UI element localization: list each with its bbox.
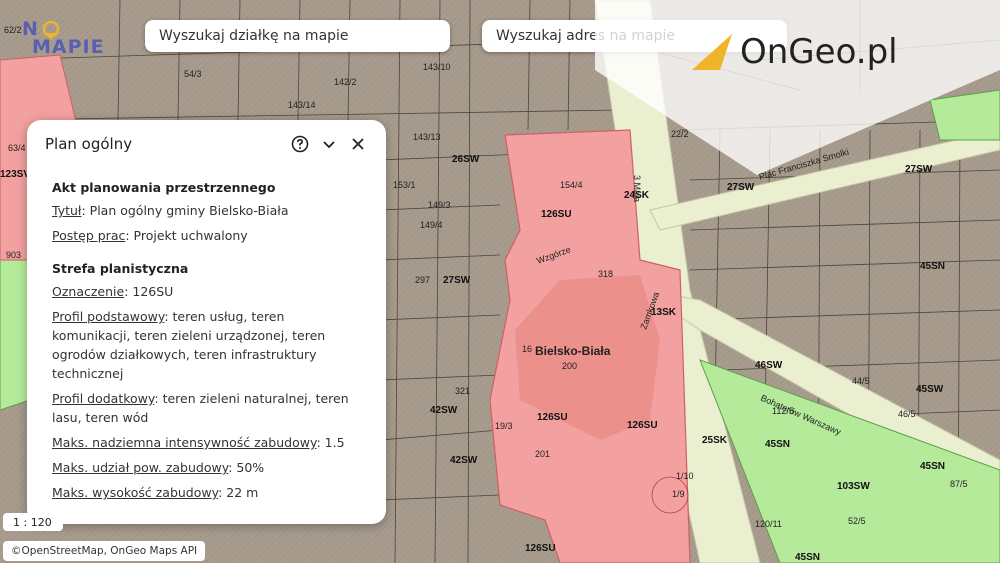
svg-text:318: 318 (598, 269, 613, 279)
svg-text:19/3: 19/3 (495, 421, 513, 431)
row-mark: Oznaczenie: 126SU (52, 282, 361, 301)
title-value: : Plan ogólny gminy Bielsko-Biała (81, 203, 289, 218)
row-title: Tytuł: Plan ogólny gminy Bielsko-Biała (52, 201, 361, 220)
svg-text:45SN: 45SN (765, 439, 790, 450)
svg-text:46SW: 46SW (755, 360, 783, 371)
search-plot-input[interactable]: Wyszukaj działkę na mapie (145, 20, 450, 52)
logo-text-part2: MAPIE (32, 36, 105, 58)
row-progress: Postęp prac: Projekt uchwalony (52, 226, 361, 245)
row-height: Maks. wysokość zabudowy: 22 m (52, 483, 361, 502)
svg-text:27SW: 27SW (905, 164, 933, 175)
plan-info-panel: Plan ogólny Akt planowania przestrzenneg… (27, 120, 386, 524)
extra-profile-key[interactable]: Profil dodatkowy (52, 391, 154, 406)
row-extra-profile: Profil dodatkowy: teren zieleni naturaln… (52, 389, 361, 427)
search-plot-placeholder: Wyszukaj działkę na mapie (159, 28, 349, 44)
svg-text:Bielsko-Biała: Bielsko-Biała (535, 344, 611, 358)
intensity-key[interactable]: Maks. nadziemna intensywność zabudowy (52, 435, 316, 450)
svg-text:321: 321 (455, 386, 470, 396)
panel-body: Akt planowania przestrzennego Tytuł: Pla… (27, 168, 386, 502)
svg-text:201: 201 (535, 449, 550, 459)
height-key[interactable]: Maks. wysokość zabudowy (52, 485, 218, 500)
section-zone-title: Strefa planistyczna (52, 261, 189, 276)
svg-text:1/10: 1/10 (676, 471, 694, 481)
svg-text:87/5: 87/5 (950, 479, 968, 489)
progress-key[interactable]: Postęp prac (52, 228, 125, 243)
svg-text:3 Maja: 3 Maja (632, 175, 642, 202)
svg-text:143/14: 143/14 (288, 100, 316, 110)
svg-text:63/4: 63/4 (8, 143, 26, 153)
svg-text:200: 200 (562, 361, 577, 371)
svg-text:126SU: 126SU (541, 209, 572, 220)
row-intensity: Maks. nadziemna intensywność zabudowy: 1… (52, 433, 361, 452)
svg-text:52/5: 52/5 (848, 516, 866, 526)
svg-text:42SW: 42SW (430, 405, 458, 416)
mark-value: : 126SU (124, 284, 174, 299)
map-attribution[interactable]: ©OpenStreetMap, OnGeo Maps API (3, 541, 206, 561)
svg-text:44/5: 44/5 (852, 376, 870, 386)
row-share: Maks. udział pow. zabudowy: 50% (52, 458, 361, 477)
chevron-down-icon[interactable] (319, 134, 339, 154)
scale-text: 1 : 120 (13, 515, 52, 529)
svg-text:46/5: 46/5 (898, 409, 916, 419)
ongeo-logo-icon (692, 34, 732, 70)
svg-text:22/2: 22/2 (671, 129, 689, 139)
svg-text:27SW: 27SW (727, 182, 755, 193)
svg-text:103SW: 103SW (837, 481, 870, 492)
mark-key[interactable]: Oznaczenie (52, 284, 124, 299)
ongeo-brand: OnGeo.pl (690, 32, 898, 72)
svg-text:126SU: 126SU (627, 420, 658, 431)
svg-text:25SK: 25SK (702, 435, 728, 446)
close-icon[interactable] (348, 134, 368, 154)
svg-text:903: 903 (6, 250, 21, 260)
title-key[interactable]: Tytuł (52, 203, 81, 218)
progress-value: : Projekt uchwalony (125, 228, 248, 243)
svg-text:54/3: 54/3 (184, 69, 202, 79)
basic-profile-key[interactable]: Profil podstawowy (52, 309, 164, 324)
svg-text:149/4: 149/4 (420, 220, 443, 230)
height-value: : 22 m (218, 485, 259, 500)
nomapie-logo[interactable]: N MAPIE (22, 18, 132, 60)
map-scale: 1 : 120 (3, 513, 63, 531)
svg-text:154/4: 154/4 (560, 180, 583, 190)
svg-text:26SW: 26SW (452, 154, 480, 165)
svg-text:45SN: 45SN (920, 461, 945, 472)
svg-text:27SW: 27SW (443, 275, 471, 286)
svg-text:45SW: 45SW (916, 384, 944, 395)
svg-text:142/2: 142/2 (334, 77, 357, 87)
brand-name: OnGeo.pl (740, 32, 898, 72)
zone-green-west (0, 259, 31, 411)
svg-text:16: 16 (522, 344, 532, 354)
svg-text:143/10: 143/10 (423, 62, 451, 72)
svg-text:297: 297 (415, 275, 430, 285)
help-icon[interactable] (290, 134, 310, 154)
svg-text:120/11: 120/11 (755, 519, 782, 529)
svg-text:45SN: 45SN (920, 261, 945, 272)
svg-text:62/2: 62/2 (4, 25, 22, 35)
panel-header: Plan ogólny (27, 120, 386, 168)
svg-text:153/1: 153/1 (393, 180, 416, 190)
section-act-title: Akt planowania przestrzennego (52, 180, 276, 195)
svg-text:149/3: 149/3 (428, 200, 451, 210)
svg-text:126SU: 126SU (525, 543, 556, 554)
svg-text:123SV: 123SV (0, 169, 30, 180)
svg-text:45SN: 45SN (795, 552, 820, 563)
attribution-text: ©OpenStreetMap, OnGeo Maps API (11, 545, 198, 557)
svg-text:143/13: 143/13 (413, 132, 441, 142)
svg-text:42SW: 42SW (450, 455, 478, 466)
intensity-value: : 1.5 (316, 435, 345, 450)
svg-text:126SU: 126SU (537, 412, 568, 423)
share-key[interactable]: Maks. udział pow. zabudowy (52, 460, 228, 475)
share-value: : 50% (228, 460, 265, 475)
row-basic-profile: Profil podstawowy: teren usług, teren ko… (52, 307, 361, 383)
panel-title: Plan ogólny (45, 135, 133, 153)
svg-text:1/9: 1/9 (672, 489, 685, 499)
